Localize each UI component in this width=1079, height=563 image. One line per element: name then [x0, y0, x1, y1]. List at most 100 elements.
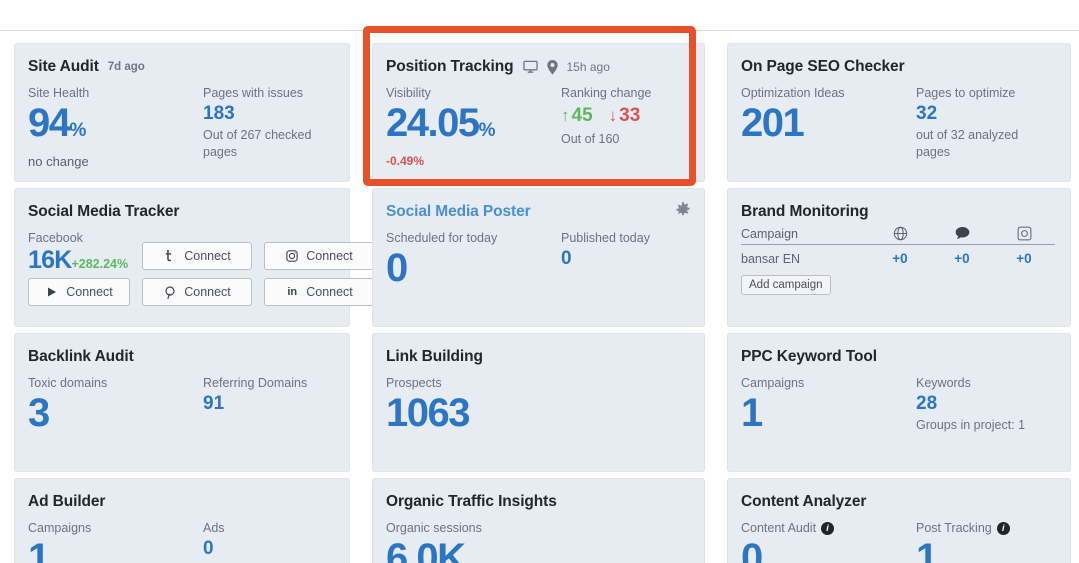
metric-unit: %	[69, 120, 87, 141]
card-title[interactable]: Backlink Audit	[28, 348, 134, 366]
cell-ppc-keyword-tool: PPC Keyword Tool Campaigns 1 Keywords 28…	[713, 330, 1079, 475]
table-row[interactable]: bansar EN +0 +0 +0	[741, 245, 1055, 266]
card-metrics: Site Health 94% no change Pages with iss…	[28, 85, 334, 170]
card-link-building[interactable]: Link Building Prospects 1063	[372, 333, 705, 472]
cell-position-tracking: Position Tracking 15h ago Visibility 24.…	[358, 40, 713, 185]
connect-linkedin-button[interactable]: in Connect	[264, 278, 374, 306]
metric-ranking-change: Ranking change ↑ 45 ↓ 33 Out of 160	[561, 85, 689, 170]
info-icon[interactable]: i	[996, 521, 1010, 535]
card-organic-traffic-insights[interactable]: Organic Traffic Insights Organic session…	[372, 478, 705, 563]
metric-number: 1	[28, 536, 50, 563]
card-title[interactable]: Social Media Poster	[386, 203, 531, 221]
campaign-table: Campaign bansar EN +0 +0 +0	[741, 226, 1055, 266]
card-ppc-keyword-tool[interactable]: PPC Keyword Tool Campaigns 1 Keywords 28…	[727, 333, 1071, 472]
ranking-change-values: ↑ 45 ↓ 33	[561, 101, 689, 131]
card-metrics: Prospects 1063	[386, 375, 689, 435]
metric-label: Referring Domains	[203, 376, 308, 390]
column-instagram	[993, 226, 1055, 241]
cell-content-analyzer: Content Analyzer Content Audit i 0 Post …	[713, 475, 1079, 563]
metric-value: 0	[741, 536, 916, 563]
card-social-media-tracker[interactable]: Social Media Tracker Facebook 16K +282.2…	[14, 188, 374, 327]
last-updated-label: 15h ago	[566, 60, 610, 74]
metric-label-row: Content Audit i	[741, 520, 916, 536]
metric-organic-sessions: Organic sessions 6.0K	[386, 520, 561, 563]
campaign-name: bansar EN	[741, 251, 801, 266]
metric-label: Scheduled for today	[386, 231, 498, 245]
card-metrics: Optimization Ideas 201 Pages to optimize…	[741, 85, 1055, 161]
card-title[interactable]: Site Audit	[28, 58, 99, 76]
add-campaign-button[interactable]: Add campaign	[741, 275, 831, 295]
card-position-tracking[interactable]: Position Tracking 15h ago Visibility 24.…	[372, 43, 705, 182]
metric-campaigns: Campaigns 1	[741, 375, 916, 435]
rank-up: ↑ 45	[561, 101, 593, 131]
mentions-icon	[955, 227, 970, 240]
card-title[interactable]: Brand Monitoring	[741, 203, 869, 221]
card-title[interactable]: Ad Builder	[28, 493, 105, 511]
metric-value: 0	[203, 538, 214, 559]
card-title[interactable]: On Page SEO Checker	[741, 58, 905, 76]
metric-label: Keywords	[916, 376, 971, 390]
card-site-audit[interactable]: Site Audit 7d ago Site Health 94% no cha…	[14, 43, 350, 182]
connect-pinterest-button[interactable]: Connect	[142, 278, 252, 306]
metric-value: 24.05%	[386, 101, 561, 153]
metric-number: 24.05	[386, 101, 480, 145]
metric-keywords: Keywords 28 Groups in project: 1	[916, 375, 1055, 435]
card-ad-builder[interactable]: Ad Builder Campaigns 1 Ads 0	[14, 478, 350, 563]
metric-label: Post Tracking	[916, 521, 992, 535]
metric-label: Pages with issues	[203, 86, 304, 100]
card-header: Content Analyzer	[741, 492, 1055, 512]
twitter-icon	[163, 250, 177, 262]
card-title[interactable]: Organic Traffic Insights	[386, 493, 557, 511]
metric-sub: -0.49%	[386, 154, 425, 168]
metric-value: 1	[916, 536, 1055, 563]
cell-backlink-audit: Backlink Audit Toxic domains 3 Referring…	[0, 330, 358, 475]
card-title[interactable]: Content Analyzer	[741, 493, 866, 511]
card-content-analyzer[interactable]: Content Analyzer Content Audit i 0 Post …	[727, 478, 1071, 563]
card-title[interactable]: Position Tracking	[386, 58, 514, 76]
metric-optimization-ideas: Optimization Ideas 201	[741, 85, 916, 161]
cell-ad-builder: Ad Builder Campaigns 1 Ads 0	[0, 475, 358, 563]
metric-label: Prospects	[386, 376, 442, 390]
card-brand-monitoring[interactable]: Brand Monitoring Campaign bansar EN +0 +…	[727, 188, 1071, 327]
metric-label: Pages to optimize	[916, 86, 1016, 100]
connect-label: Connect	[66, 285, 113, 299]
card-header: Brand Monitoring	[741, 202, 1055, 222]
card-title[interactable]: Social Media Tracker	[28, 203, 179, 221]
metric-label: Ads	[203, 521, 225, 535]
info-icon[interactable]: i	[821, 521, 835, 535]
connect-twitter-button[interactable]: Connect	[142, 242, 252, 270]
pinterest-icon	[163, 285, 177, 299]
card-social-media-poster[interactable]: Social Media Poster Scheduled for today …	[372, 188, 705, 327]
metric-label: Organic sessions	[386, 521, 482, 535]
card-backlink-audit[interactable]: Backlink Audit Toxic domains 3 Referring…	[14, 333, 350, 472]
gear-icon[interactable]	[675, 202, 691, 218]
metric-label: Toxic domains	[28, 376, 108, 390]
metric-number: 201	[741, 101, 805, 145]
metric-value: 1	[28, 536, 203, 563]
metric-prospects: Prospects 1063	[386, 375, 561, 435]
connect-instagram-button[interactable]: Connect	[264, 242, 374, 270]
card-title[interactable]: PPC Keyword Tool	[741, 348, 877, 366]
card-metrics: Campaigns 1 Ads 0	[28, 520, 334, 563]
connect-youtube-button[interactable]: Connect	[28, 278, 130, 306]
metric-unit: %	[478, 120, 496, 141]
metric-value: 28	[916, 393, 938, 414]
metric-sub: Out of 267 checked pages	[203, 128, 312, 159]
connect-label: Connect	[184, 249, 231, 263]
metric-value: 1063	[386, 391, 561, 435]
cell-brand-monitoring: Brand Monitoring Campaign bansar EN +0 +…	[713, 185, 1079, 330]
metric-value: 0	[561, 248, 572, 269]
metric-label: Site Health	[28, 86, 90, 100]
metric-value: 6.0K	[386, 536, 561, 563]
metric-published-today: Published today 0	[561, 230, 689, 290]
linkedin-icon: in	[287, 286, 298, 298]
card-on-page-seo-checker[interactable]: On Page SEO Checker Optimization Ideas 2…	[727, 43, 1071, 182]
card-header: Link Building	[386, 347, 689, 367]
card-title[interactable]: Link Building	[386, 348, 483, 366]
column-mentions	[931, 227, 993, 240]
connect-label: Connect	[184, 285, 231, 299]
web-icon	[893, 226, 908, 241]
metric-sub: out of 32 analyzed pages	[916, 128, 1019, 159]
metric-value: 32	[916, 103, 938, 124]
location-pin-icon	[546, 59, 558, 75]
